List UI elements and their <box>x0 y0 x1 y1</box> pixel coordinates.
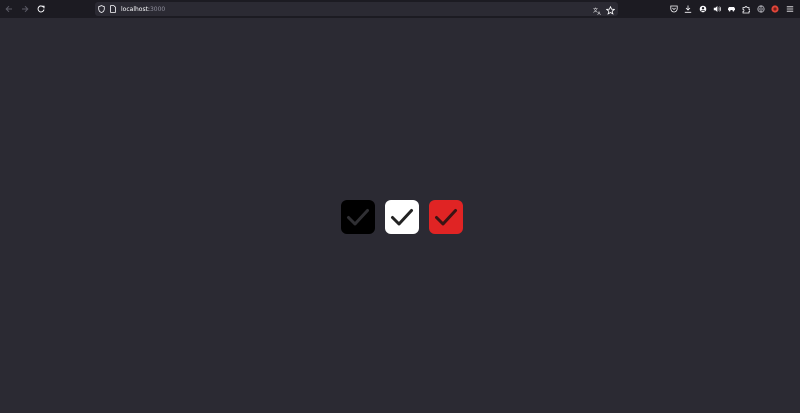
arrow-left-icon <box>5 5 12 13</box>
red-badge-icon[interactable] <box>768 0 783 18</box>
svg-text:A: A <box>598 10 602 14</box>
reload-button[interactable] <box>33 0 49 18</box>
forward-button[interactable] <box>17 0 33 18</box>
checkmark-icon <box>435 209 457 226</box>
checkbox-red[interactable] <box>429 200 463 234</box>
toolbar-actions <box>667 0 800 18</box>
url-actions: 文A <box>593 0 616 19</box>
checkmark-icon <box>391 209 413 226</box>
url-bar[interactable]: localhost:3000 文A <box>95 2 618 16</box>
back-button[interactable] <box>1 0 17 18</box>
pocket-icon[interactable] <box>667 0 682 18</box>
speaker-icon[interactable] <box>710 0 725 18</box>
download-icon[interactable] <box>681 0 696 18</box>
url-host: localhost: <box>121 5 150 13</box>
translate-icon[interactable]: 文A <box>593 0 602 19</box>
url-text[interactable]: localhost:3000 <box>121 6 165 13</box>
reload-icon <box>37 5 45 13</box>
hamburger-menu-icon[interactable] <box>783 0 798 18</box>
url-port: 3000 <box>149 5 166 13</box>
arrow-right-icon <box>22 5 29 13</box>
account-icon[interactable] <box>696 0 711 18</box>
checkmark-icon <box>347 209 369 226</box>
car-icon[interactable] <box>725 0 740 18</box>
puzzle-icon[interactable] <box>739 0 754 18</box>
page-content <box>0 18 800 413</box>
checkbox-black[interactable] <box>341 200 375 234</box>
globe-icon[interactable] <box>754 0 769 18</box>
nav-buttons <box>1 0 49 18</box>
page-icon <box>107 2 119 16</box>
checkbox-white[interactable] <box>385 200 419 234</box>
star-icon[interactable] <box>605 0 616 19</box>
checkbox-group <box>341 200 463 234</box>
browser-toolbar: localhost:3000 文A <box>0 0 800 18</box>
shield-icon[interactable] <box>95 2 107 16</box>
